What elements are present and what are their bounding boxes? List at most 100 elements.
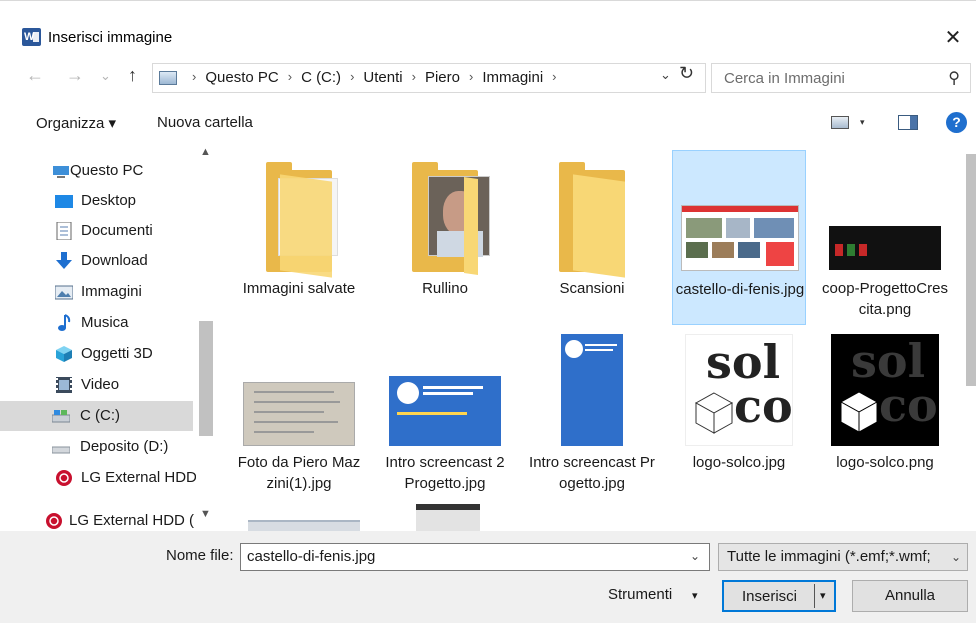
list-item-logo-solco-png[interactable]: sol co logo-solco.png — [818, 328, 952, 503]
scrollbar-thumb[interactable] — [199, 321, 213, 436]
sidebar-item-desktop[interactable]: Desktop — [0, 186, 193, 216]
file-name: Scansioni — [559, 280, 625, 297]
crumb-separator[interactable]: › — [279, 69, 301, 86]
insert-image-dialog: W Inserisci immagine ✕ ← → ⌄ ↑ › Questo … — [0, 0, 976, 623]
scroll-down-icon[interactable]: ▼ — [200, 508, 211, 520]
file-name: Foto da Piero Mazzini(1).jpg — [237, 454, 361, 492]
content-scrollbar[interactable] — [964, 146, 976, 531]
sidebar-item-label: Musica — [81, 314, 129, 331]
tools-menu-button[interactable]: Strumenti — [608, 586, 672, 603]
sidebar-item-label: Download — [81, 252, 148, 269]
address-bar[interactable]: › Questo PC › C (C:) › Utenti › Piero › … — [152, 63, 706, 93]
filename-input[interactable]: castello-di-fenis.jpg — [240, 543, 710, 571]
file-name: logo-solco.jpg — [692, 454, 786, 471]
view-options-dropdown-icon[interactable]: ▾ — [860, 117, 865, 128]
list-item-intro-screencast-2[interactable]: Intro screencast 2 Progetto.jpg — [378, 328, 512, 503]
list-item-folder-scansioni[interactable]: Scansioni — [525, 150, 659, 325]
breadcrumb: › Questo PC › C (C:) › Utenti › Piero › … — [183, 69, 566, 86]
sidebar-item-download[interactable]: Download — [0, 246, 193, 276]
cancel-button[interactable]: Annulla — [852, 580, 968, 612]
search-placeholder: Cerca in Immagini — [724, 70, 845, 87]
back-arrow-icon[interactable]: ← — [26, 65, 44, 86]
breadcrumb-this-pc[interactable]: Questo PC — [205, 69, 278, 86]
search-icon[interactable]: ⚲ — [948, 68, 960, 88]
sidebar-item-lg-external-hdd-2[interactable]: LG External HDD ( — [0, 506, 194, 531]
pictures-icon — [55, 285, 73, 300]
folder-thumbnail — [378, 162, 512, 275]
list-item-folder-immagini-salvate[interactable]: Immagini salvate — [232, 150, 366, 325]
logo-text: co — [734, 379, 793, 433]
refresh-icon[interactable]: ↻ — [679, 63, 694, 84]
sidebar-item-pictures[interactable]: Immagini — [0, 277, 193, 307]
logo-thumbnail: sol co — [831, 334, 939, 446]
file-name: castello-di-fenis.jpg — [675, 281, 805, 298]
breadcrumb-c-drive[interactable]: C (C:) — [301, 69, 341, 86]
file-name: Intro screencast Progetto.jpg — [529, 454, 655, 492]
insert-options-dropdown-icon[interactable]: ▾ — [820, 589, 826, 602]
file-type-filter-value: Tutte le immagini (*.emf;*.wmf; — [727, 548, 931, 565]
crumb-separator[interactable]: › — [460, 69, 482, 86]
up-arrow-icon[interactable]: ↑ — [128, 65, 137, 86]
crumb-separator[interactable]: › — [183, 69, 205, 86]
sidebar-item-this-pc[interactable]: Questo PC — [0, 156, 193, 186]
word-icon: W — [22, 28, 41, 46]
sidebar-item-music[interactable]: Musica — [0, 308, 193, 338]
folder-thumbnail — [525, 162, 659, 278]
forward-arrow-icon[interactable]: → — [66, 65, 84, 86]
file-type-filter-select[interactable]: Tutte le immagini (*.emf;*.wmf; ⌄ — [718, 543, 968, 571]
sidebar-item-label: Immagini — [81, 283, 142, 300]
breadcrumb-piero[interactable]: Piero — [425, 69, 460, 86]
recent-locations-icon[interactable]: ⌄ — [100, 68, 111, 84]
navigation-pane: Questo PC Desktop Documenti Download Imm… — [0, 146, 215, 531]
preview-pane-icon[interactable] — [898, 115, 918, 130]
partial-thumbnail — [416, 504, 480, 531]
sidebar-item-documents[interactable]: Documenti — [0, 216, 193, 246]
logo-mark-icon — [839, 391, 879, 433]
crumb-separator[interactable]: › — [341, 69, 363, 86]
drive-icon — [52, 446, 70, 454]
insert-button-label: Inserisci — [742, 588, 798, 605]
window-title: Inserisci immagine — [48, 29, 173, 46]
desktop-icon — [55, 195, 73, 208]
list-item-castello-di-fenis[interactable]: castello-di-fenis.jpg — [672, 150, 806, 325]
sidebar-item-3d-objects[interactable]: Oggetti 3D — [0, 339, 193, 369]
list-item-logo-solco-jpg[interactable]: sol co logo-solco.jpg — [672, 328, 806, 503]
insert-button[interactable]: Inserisci ▾ — [722, 580, 836, 612]
command-toolbar: Organizza ▾ Nuova cartella ▾ ? — [0, 107, 976, 139]
photo-thumbnail — [243, 382, 355, 446]
search-input[interactable]: Cerca in Immagini ⚲ — [711, 63, 971, 93]
change-view-icon[interactable] — [831, 116, 849, 129]
image-thumbnail — [378, 372, 512, 446]
lg-icon — [56, 470, 72, 486]
tools-dropdown-icon[interactable]: ▾ — [692, 589, 698, 602]
sidebar-item-video[interactable]: Video — [0, 370, 193, 400]
sidebar-item-c-drive[interactable]: C (C:) — [0, 401, 193, 431]
address-dropdown-icon[interactable]: ⌄ — [660, 67, 671, 83]
scrollbar-thumb[interactable] — [966, 154, 976, 386]
list-item-folder-rullino[interactable]: Rullino — [378, 150, 512, 325]
logo-thumbnail: sol co — [685, 334, 793, 446]
sidebar-item-deposito-d[interactable]: Deposito (D:) — [0, 432, 193, 462]
scroll-up-icon[interactable]: ▲ — [200, 146, 211, 158]
file-name: Immagini salvate — [242, 280, 356, 297]
folder-icon — [412, 162, 490, 275]
list-item-foto-da-piero-mazzini[interactable]: Foto da Piero Mazzini(1).jpg — [232, 328, 366, 503]
image-thumbnail: sol co — [818, 328, 952, 446]
help-icon[interactable]: ? — [946, 112, 967, 133]
sidebar-scrollbar[interactable]: ▲ ▼ — [196, 146, 215, 531]
this-pc-icon — [159, 71, 177, 85]
webpage-screenshot-thumbnail — [681, 205, 799, 271]
video-icon — [56, 377, 72, 393]
new-folder-button[interactable]: Nuova cartella — [157, 114, 253, 131]
sidebar-item-lg-external-hdd[interactable]: LG External HDD — [0, 463, 197, 493]
breadcrumb-immagini[interactable]: Immagini — [482, 69, 543, 86]
organize-menu-button[interactable]: Organizza ▾ — [36, 114, 116, 132]
filename-dropdown-icon[interactable]: ⌄ — [690, 549, 700, 563]
crumb-separator[interactable]: › — [543, 69, 565, 86]
close-button[interactable]: ✕ — [940, 25, 966, 51]
breadcrumb-utenti[interactable]: Utenti — [363, 69, 402, 86]
list-item-intro-screencast[interactable]: Intro screencast Progetto.jpg — [525, 328, 659, 503]
crumb-separator[interactable]: › — [403, 69, 425, 86]
folder-icon — [266, 162, 338, 278]
list-item-coop-progettocrescita[interactable]: coop-ProgettoCrescita.png — [818, 150, 952, 325]
